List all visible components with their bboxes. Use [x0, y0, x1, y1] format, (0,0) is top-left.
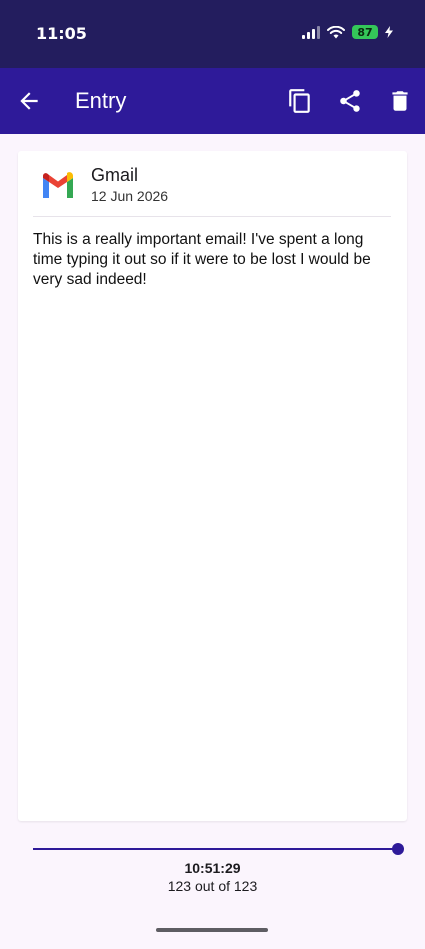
slider-track	[33, 848, 398, 850]
copy-icon[interactable]	[287, 88, 313, 114]
status-icons: 87	[302, 25, 393, 39]
entry-timestamp: 10:51:29	[184, 860, 241, 876]
history-slider[interactable]	[33, 840, 404, 858]
entry-body-text: This is a really important email! I've s…	[33, 231, 371, 288]
arrow-left-icon[interactable]	[16, 88, 42, 114]
divider	[33, 216, 391, 217]
signal-icon	[302, 25, 320, 39]
wifi-icon	[327, 25, 345, 38]
status-time: 11:05	[36, 24, 87, 43]
delete-icon[interactable]	[387, 88, 413, 114]
slider-thumb[interactable]	[392, 843, 404, 855]
entry-card: Gmail 12 Jun 2026 This is a really impor…	[18, 151, 407, 821]
home-indicator[interactable]	[156, 928, 268, 932]
status-bar: 11:05 87	[0, 0, 425, 68]
page-title: Entry	[75, 88, 127, 113]
app-name: Gmail	[91, 165, 139, 185]
battery-level: 87	[357, 25, 373, 39]
gmail-icon	[43, 172, 73, 198]
battery-indicator: 87	[352, 25, 378, 39]
entry-position: 123 out of 123	[167, 878, 258, 894]
entry-date: 12 Jun 2026	[91, 188, 169, 204]
charging-icon	[385, 26, 393, 38]
share-icon[interactable]	[337, 88, 363, 114]
app-bar: Entry	[0, 68, 425, 134]
